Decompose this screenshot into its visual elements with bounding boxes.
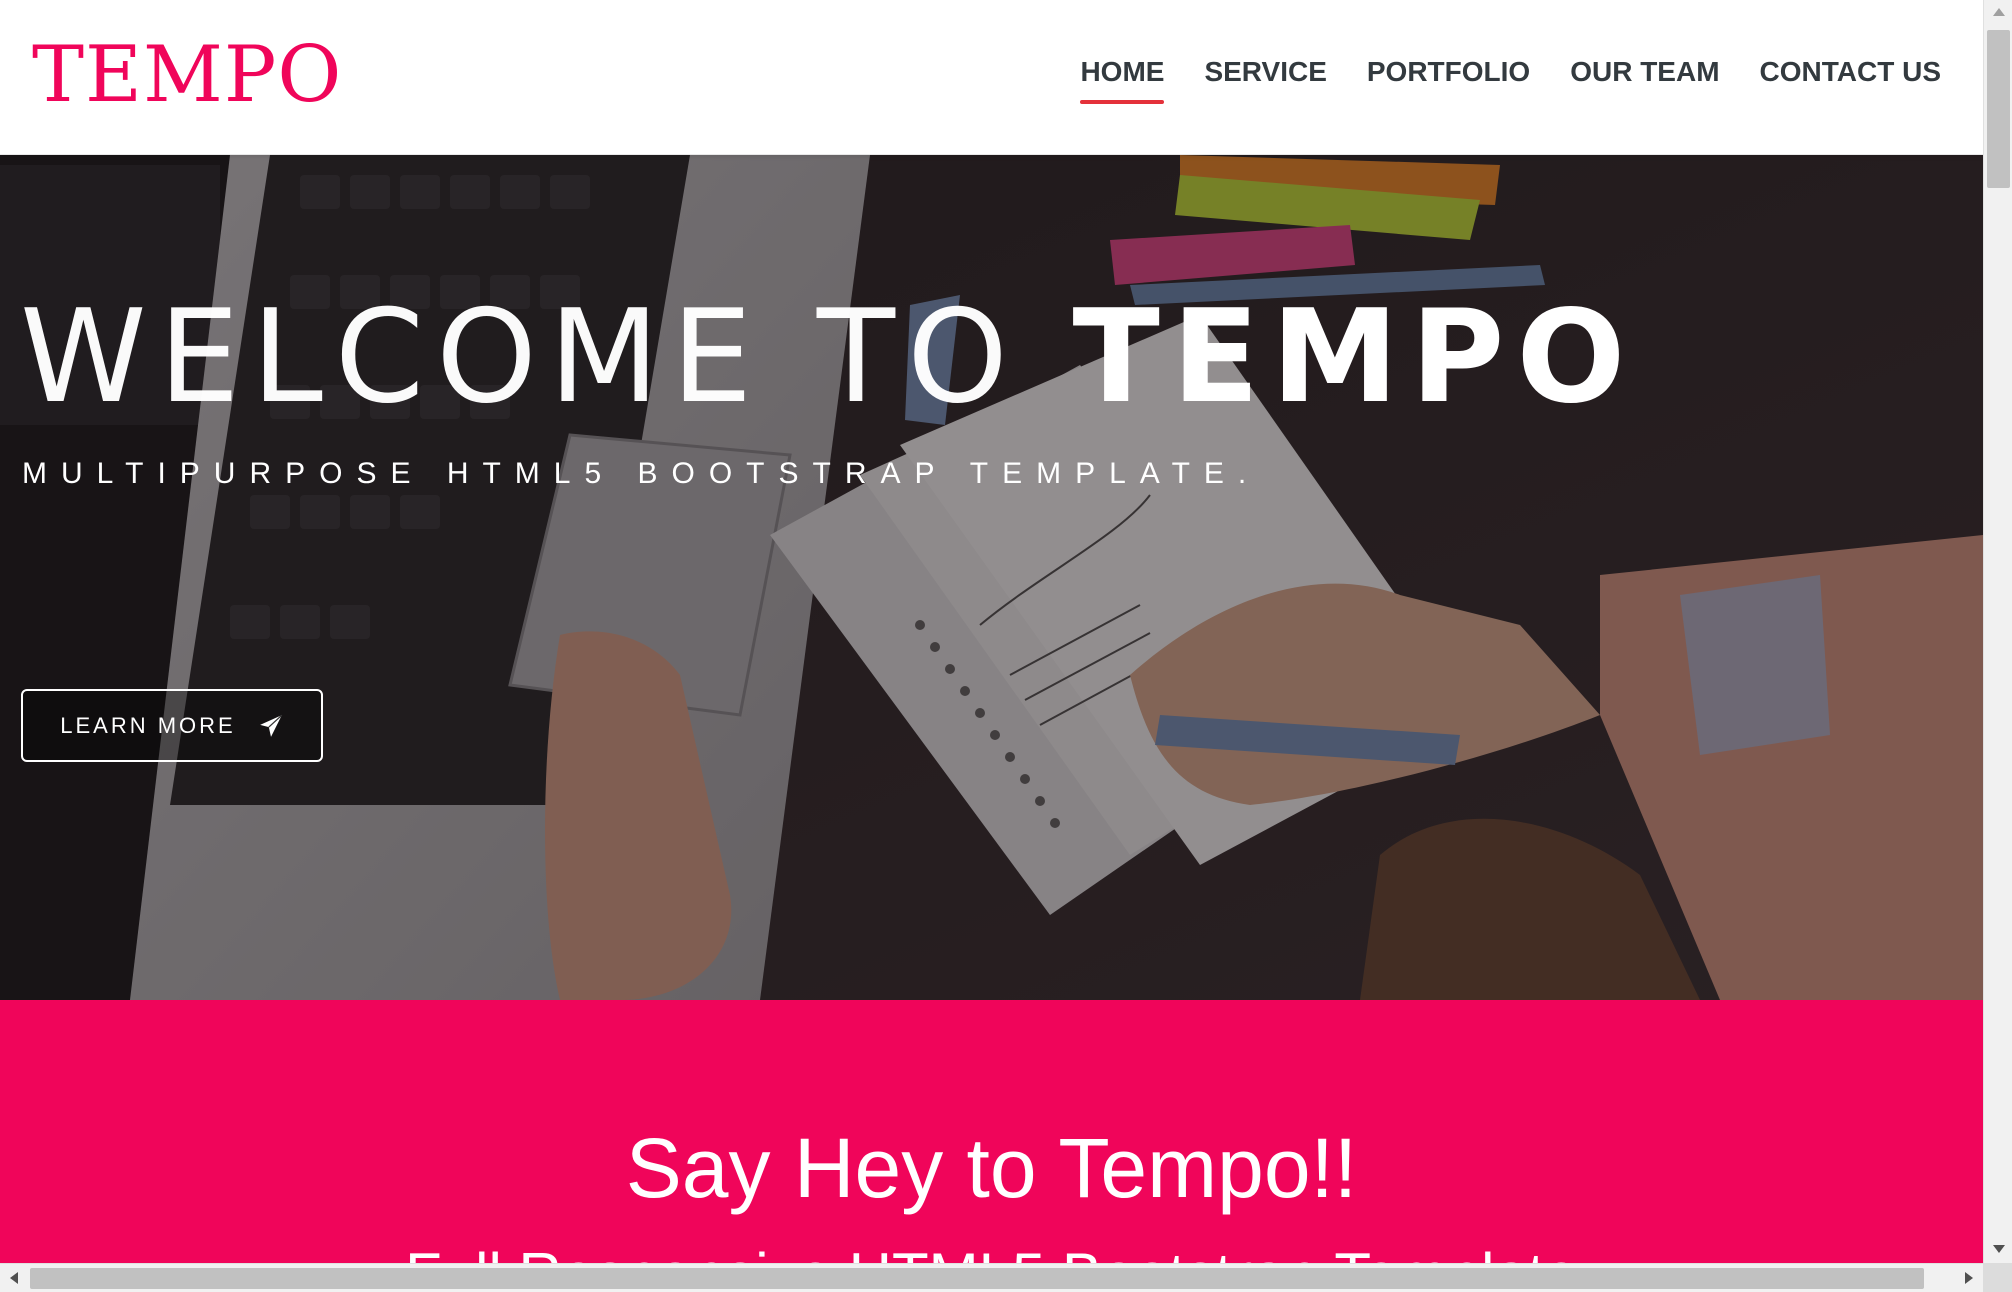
- scroll-right-arrow-icon[interactable]: [1965, 1272, 1973, 1284]
- hero-section: WELCOME TO TEMPO MULTIPURPOSE HTML5 BOOT…: [0, 155, 1983, 1000]
- intro-section: Say Hey to Tempo!! Full Responsive HTML5…: [0, 1000, 1983, 1263]
- hero-overlay: [0, 155, 1983, 1000]
- hero-title-bold: TEMPO: [1072, 283, 1638, 432]
- scroll-left-arrow-icon[interactable]: [10, 1272, 18, 1284]
- navbar: TEMPO HOME SERVICE PORTFOLIO OUR TEAM CO…: [0, 0, 1983, 155]
- scrollbar-corner: [1983, 1263, 2012, 1292]
- nav-item-contact-us[interactable]: CONTACT US: [1760, 52, 1941, 92]
- nav-item-portfolio[interactable]: PORTFOLIO: [1367, 52, 1530, 92]
- nav-item-home[interactable]: HOME: [1080, 52, 1165, 104]
- scroll-down-arrow-icon[interactable]: [1993, 1245, 2005, 1253]
- horizontal-scrollbar[interactable]: [0, 1263, 1983, 1292]
- learn-more-label: LEARN MORE: [60, 712, 236, 738]
- intro-subtitle: Full Responsive HTML5 Bootstrap Template: [0, 1240, 1983, 1263]
- learn-more-button[interactable]: LEARN MORE: [21, 689, 323, 762]
- paper-plane-icon: [259, 714, 283, 737]
- horizontal-scroll-thumb[interactable]: [30, 1268, 1924, 1289]
- browser-viewport: TEMPO HOME SERVICE PORTFOLIO OUR TEAM CO…: [0, 0, 1983, 1263]
- intro-title: Say Hey to Tempo!!: [625, 1121, 1358, 1215]
- hero-subtitle: MULTIPURPOSE HTML5 BOOTSTRAP TEMPLATE.: [22, 457, 1261, 490]
- main-nav: HOME SERVICE PORTFOLIO OUR TEAM CONTACT …: [1040, 52, 1941, 104]
- nav-item-service[interactable]: SERVICE: [1204, 52, 1326, 92]
- brand-logo[interactable]: TEMPO: [32, 30, 342, 120]
- hero-title: WELCOME TO TEMPO: [20, 283, 1637, 433]
- vertical-scroll-thumb[interactable]: [1987, 30, 2010, 188]
- vertical-scrollbar[interactable]: [1983, 0, 2012, 1263]
- scroll-up-arrow-icon[interactable]: [1993, 8, 2005, 16]
- nav-item-our-team[interactable]: OUR TEAM: [1570, 52, 1719, 92]
- hero-title-light: WELCOME TO: [20, 283, 1073, 432]
